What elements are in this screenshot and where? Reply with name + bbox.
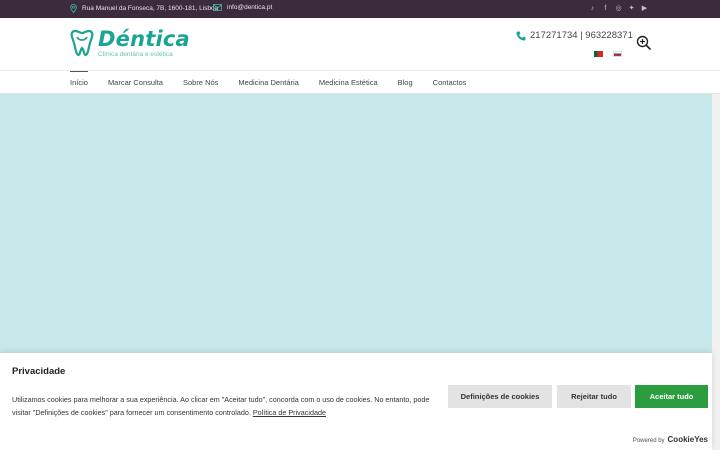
accept-all-button[interactable]: Aceitar tudo xyxy=(635,385,708,408)
main-nav: Início Marcar Consulta Sobre Nós Medicin… xyxy=(0,71,720,94)
address-text: Rua Manuel da Fonseca, 7B, 1600-181, Lis… xyxy=(82,5,219,12)
powered-by[interactable]: Powered by CookieYes xyxy=(633,435,708,444)
phone-text: 217271734 | 963228371 xyxy=(530,30,633,41)
address[interactable]: Rua Manuel da Fonseca, 7B, 1600-181, Lis… xyxy=(70,4,218,13)
flag-pt-icon[interactable] xyxy=(594,51,603,57)
cookieyes-logo: CookieYes xyxy=(667,435,708,444)
cookie-banner: Privacidade Utilizamos cookies para melh… xyxy=(0,353,712,450)
powered-by-label: Powered by xyxy=(632,438,665,444)
privacy-policy-link[interactable]: Política de Privacidade xyxy=(253,408,326,417)
language-switcher xyxy=(594,51,622,57)
reject-all-button[interactable]: Rejeitar tudo xyxy=(557,385,631,408)
nav-item-sobre-nos[interactable]: Sobre Nós xyxy=(183,71,218,94)
logo[interactable]: Déntica Clínica dentária e estética xyxy=(70,28,190,58)
tiktok-icon[interactable]: ♪ xyxy=(589,4,596,13)
nav-item-medicina-dentaria[interactable]: Medicina Dentária xyxy=(238,71,298,94)
nav-item-inicio[interactable]: Início xyxy=(70,71,88,94)
site-header: Déntica Clínica dentária e estética 2172… xyxy=(0,18,720,71)
nav-item-contactos[interactable]: Contactos xyxy=(433,71,467,94)
search-zoom-icon[interactable] xyxy=(636,35,652,51)
nav-item-medicina-estetica[interactable]: Medicina Estética xyxy=(319,71,378,94)
logo-name: Déntica xyxy=(98,27,190,51)
phone-numbers[interactable]: 217271734 | 963228371 xyxy=(516,30,633,41)
cookie-text: Utilizamos cookies para melhorar a sua e… xyxy=(12,393,444,419)
logo-tagline: Clínica dentária e estética xyxy=(98,51,173,58)
facebook-icon[interactable]: f xyxy=(602,4,609,13)
instagram-icon[interactable]: ◎ xyxy=(615,4,622,13)
cookie-settings-button[interactable]: Definições de cookies xyxy=(448,385,552,408)
phone-icon xyxy=(516,31,526,40)
location-pin-icon xyxy=(70,4,77,13)
scrollbar[interactable] xyxy=(712,94,720,450)
twitter-icon[interactable]: ✦ xyxy=(628,4,635,13)
hero-banner xyxy=(0,94,720,354)
envelope-icon xyxy=(213,4,222,11)
youtube-icon[interactable]: ▶ xyxy=(641,4,648,13)
cookie-title: Privacidade xyxy=(12,366,66,377)
top-bar: Rua Manuel da Fonseca, 7B, 1600-181, Lis… xyxy=(0,0,720,18)
cookie-body: Utilizamos cookies para melhorar a sua e… xyxy=(12,395,430,417)
nav-item-marcar-consulta[interactable]: Marcar Consulta xyxy=(108,71,163,94)
email[interactable]: info@dentica.pt xyxy=(213,4,272,11)
email-text: info@dentica.pt xyxy=(227,4,273,11)
tooth-logo-icon xyxy=(70,29,94,57)
nav-item-blog[interactable]: Blog xyxy=(398,71,413,94)
flag-ru-icon[interactable] xyxy=(613,51,622,57)
social-links: ♪ f ◎ ✦ ▶ xyxy=(589,4,648,13)
